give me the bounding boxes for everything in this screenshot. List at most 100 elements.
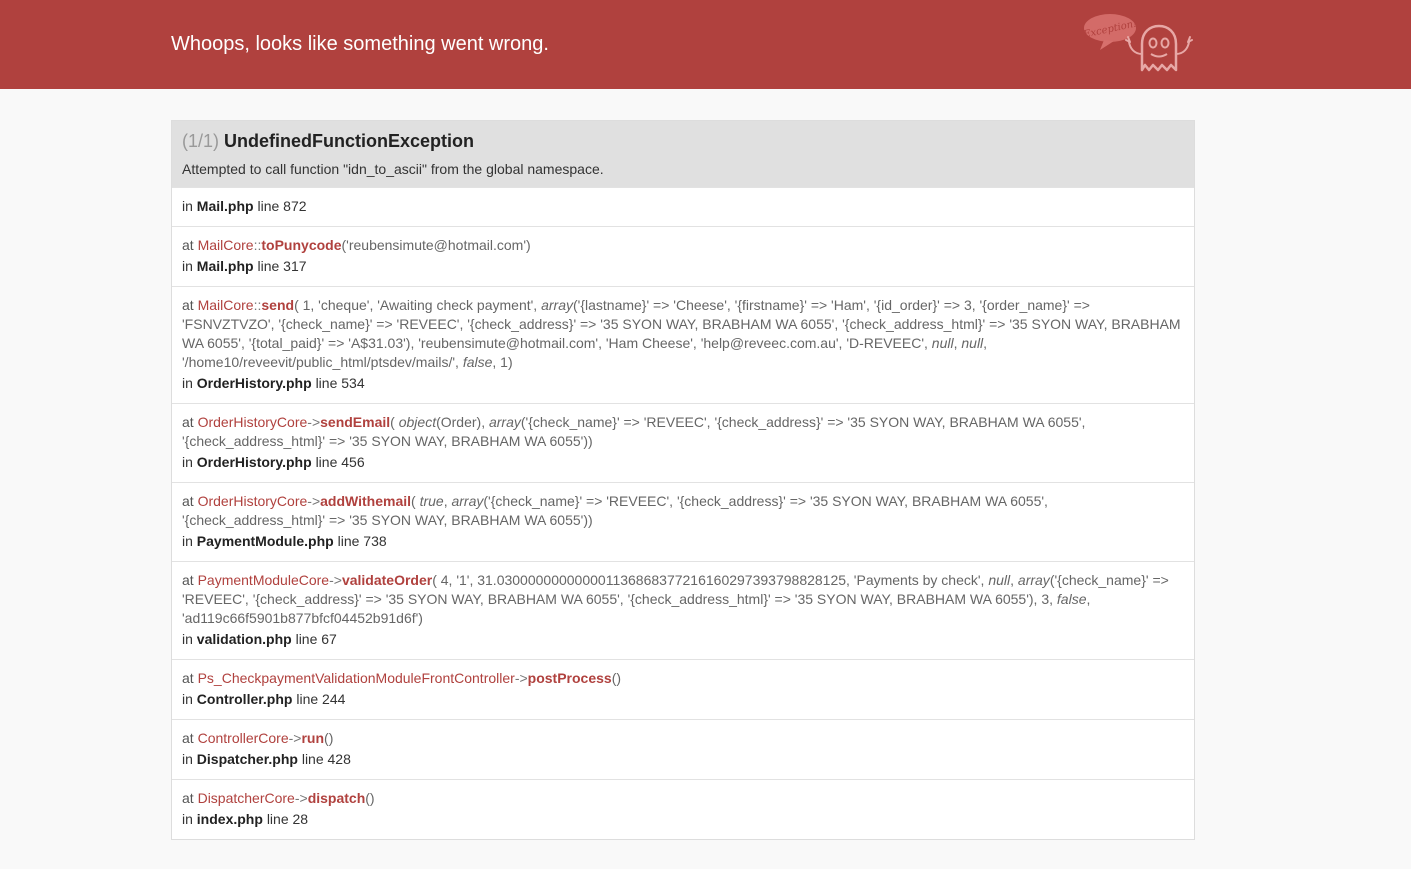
- in-label: in: [182, 691, 193, 707]
- frame-function: toPunycode: [261, 237, 342, 253]
- arg-text: (Order),: [436, 414, 489, 430]
- frame-class: DispatcherCore: [197, 790, 295, 806]
- frame-location: in Mail.php line 317: [182, 257, 1184, 276]
- header-title: Whoops, looks like something went wrong.: [171, 33, 549, 55]
- frame-args: (): [324, 730, 334, 746]
- frame-line: line 738: [337, 533, 387, 549]
- frame-line: line 534: [315, 375, 365, 391]
- frame-class: OrderHistoryCore: [197, 414, 308, 430]
- frame-file: Dispatcher.php: [196, 751, 298, 767]
- arg-text: ,: [1010, 572, 1018, 588]
- arg-keyword: null: [961, 335, 984, 351]
- exception-message: Attempted to call function "idn_to_ascii…: [182, 161, 604, 177]
- frame-class: MailCore: [197, 237, 254, 253]
- frame-function: addWithemail: [320, 493, 412, 509]
- frame-call: at ControllerCore->run(): [182, 729, 1184, 748]
- frame-operator: ->: [307, 414, 321, 430]
- frame-operator: ->: [329, 572, 342, 588]
- frame-line: line 28: [266, 811, 309, 827]
- frame-call: at OrderHistoryCore->sendEmail( object(O…: [182, 413, 1184, 451]
- frame-file: Mail.php: [196, 198, 254, 214]
- frame-file: Mail.php: [196, 258, 254, 274]
- frame-file: OrderHistory.php: [196, 375, 312, 391]
- arg-keyword: false: [462, 354, 493, 370]
- frame-line: line 244: [296, 691, 346, 707]
- arg-keyword: array: [541, 297, 573, 313]
- at-label: at: [182, 730, 194, 746]
- frame-function: run: [301, 730, 325, 746]
- at-label: at: [182, 493, 194, 509]
- frame-location: in OrderHistory.php line 456: [182, 453, 1184, 472]
- at-label: at: [182, 790, 194, 806]
- frame-line: line 67: [295, 631, 337, 647]
- frame-line: line 317: [257, 258, 307, 274]
- frame-line: line 872: [257, 198, 307, 214]
- arg-keyword: null: [931, 335, 954, 351]
- frame-line: line 428: [301, 751, 351, 767]
- frame-function: postProcess: [527, 670, 612, 686]
- in-label: in: [182, 533, 193, 549]
- frame-args: (): [611, 670, 622, 686]
- frame-file: OrderHistory.php: [196, 454, 312, 470]
- frame-location: in OrderHistory.php line 534: [182, 374, 1184, 393]
- arg-keyword: false: [1056, 591, 1087, 607]
- trace-frame: at DispatcherCore->dispatch() in index.p…: [172, 779, 1194, 839]
- frame-class: MailCore: [197, 297, 254, 313]
- arg-text: , 1): [492, 354, 513, 370]
- exception-header: (1/1) UndefinedFunctionException Attempt…: [172, 121, 1194, 187]
- in-label: in: [182, 454, 193, 470]
- exception-ghost-icon: Exception!: [1082, 14, 1193, 72]
- trace-frame: at MailCore::send( 1, 'cheque', 'Awaitin…: [172, 286, 1194, 403]
- frame-call: at MailCore::send( 1, 'cheque', 'Awaitin…: [182, 296, 1184, 372]
- frame-call: at OrderHistoryCore->addWithemail( true,…: [182, 492, 1184, 530]
- in-label: in: [182, 198, 193, 214]
- frame-location: in Dispatcher.php line 428: [182, 750, 1184, 769]
- error-header: Whoops, looks like something went wrong.…: [0, 0, 1411, 89]
- in-label: in: [182, 631, 193, 647]
- frame-function: send: [261, 297, 295, 313]
- in-label: in: [182, 258, 193, 274]
- frame-file: validation.php: [196, 631, 292, 647]
- frame-operator: ->: [294, 790, 308, 806]
- frame-location: in PaymentModule.php line 738: [182, 532, 1184, 551]
- in-label: in: [182, 375, 193, 391]
- frame-file: PaymentModule.php: [196, 533, 334, 549]
- trace-frame: at PaymentModuleCore->validateOrder( 4, …: [172, 561, 1194, 659]
- arg-keyword: object: [398, 414, 437, 430]
- trace-frame: at OrderHistoryCore->sendEmail( object(O…: [172, 403, 1194, 482]
- in-label: in: [182, 751, 193, 767]
- at-label: at: [182, 414, 194, 430]
- frame-file: Controller.php: [196, 691, 293, 707]
- frame-class: PaymentModuleCore: [197, 572, 330, 588]
- arg-keyword: true: [419, 493, 444, 509]
- at-label: at: [182, 670, 194, 686]
- frame-call: at DispatcherCore->dispatch(): [182, 789, 1184, 808]
- frame-location: in Controller.php line 244: [182, 690, 1184, 709]
- arg-keyword: array: [451, 493, 484, 509]
- exception-count: (1/1): [182, 131, 220, 151]
- arg-keyword: array: [1017, 572, 1050, 588]
- frame-operator: ->: [514, 670, 528, 686]
- at-label: at: [182, 572, 194, 588]
- frame-location: in Mail.php line 872: [182, 197, 1184, 216]
- arg-keyword: null: [988, 572, 1011, 588]
- frame-function: sendEmail: [320, 414, 391, 430]
- frame-location: in validation.php line 67: [182, 630, 1184, 649]
- trace-frame: at ControllerCore->run() in Dispatcher.p…: [172, 719, 1194, 779]
- frame-function: dispatch: [307, 790, 366, 806]
- frame-function: validateOrder: [341, 572, 433, 588]
- at-label: at: [182, 297, 194, 313]
- arg-text: ( 4, '1', 31.030000000000001136868377216…: [432, 572, 989, 588]
- frame-class: ControllerCore: [197, 730, 289, 746]
- trace-frame: at MailCore::toPunycode('reubensimute@ho…: [172, 226, 1194, 286]
- stack-trace-panel: (1/1) UndefinedFunctionException Attempt…: [171, 120, 1195, 840]
- frame-class: OrderHistoryCore: [197, 493, 308, 509]
- frame-operator: ->: [307, 493, 321, 509]
- frame-file: index.php: [196, 811, 263, 827]
- at-label: at: [182, 237, 194, 253]
- frame-call: at Ps_CheckpaymentValidationModuleFrontC…: [182, 669, 1184, 688]
- frame-call: at MailCore::toPunycode('reubensimute@ho…: [182, 236, 1184, 255]
- trace-frame: in Mail.php line 872: [172, 187, 1194, 226]
- arg-text: ( 1, 'cheque', 'Awaiting check payment',: [294, 297, 542, 313]
- frame-operator: ->: [288, 730, 302, 746]
